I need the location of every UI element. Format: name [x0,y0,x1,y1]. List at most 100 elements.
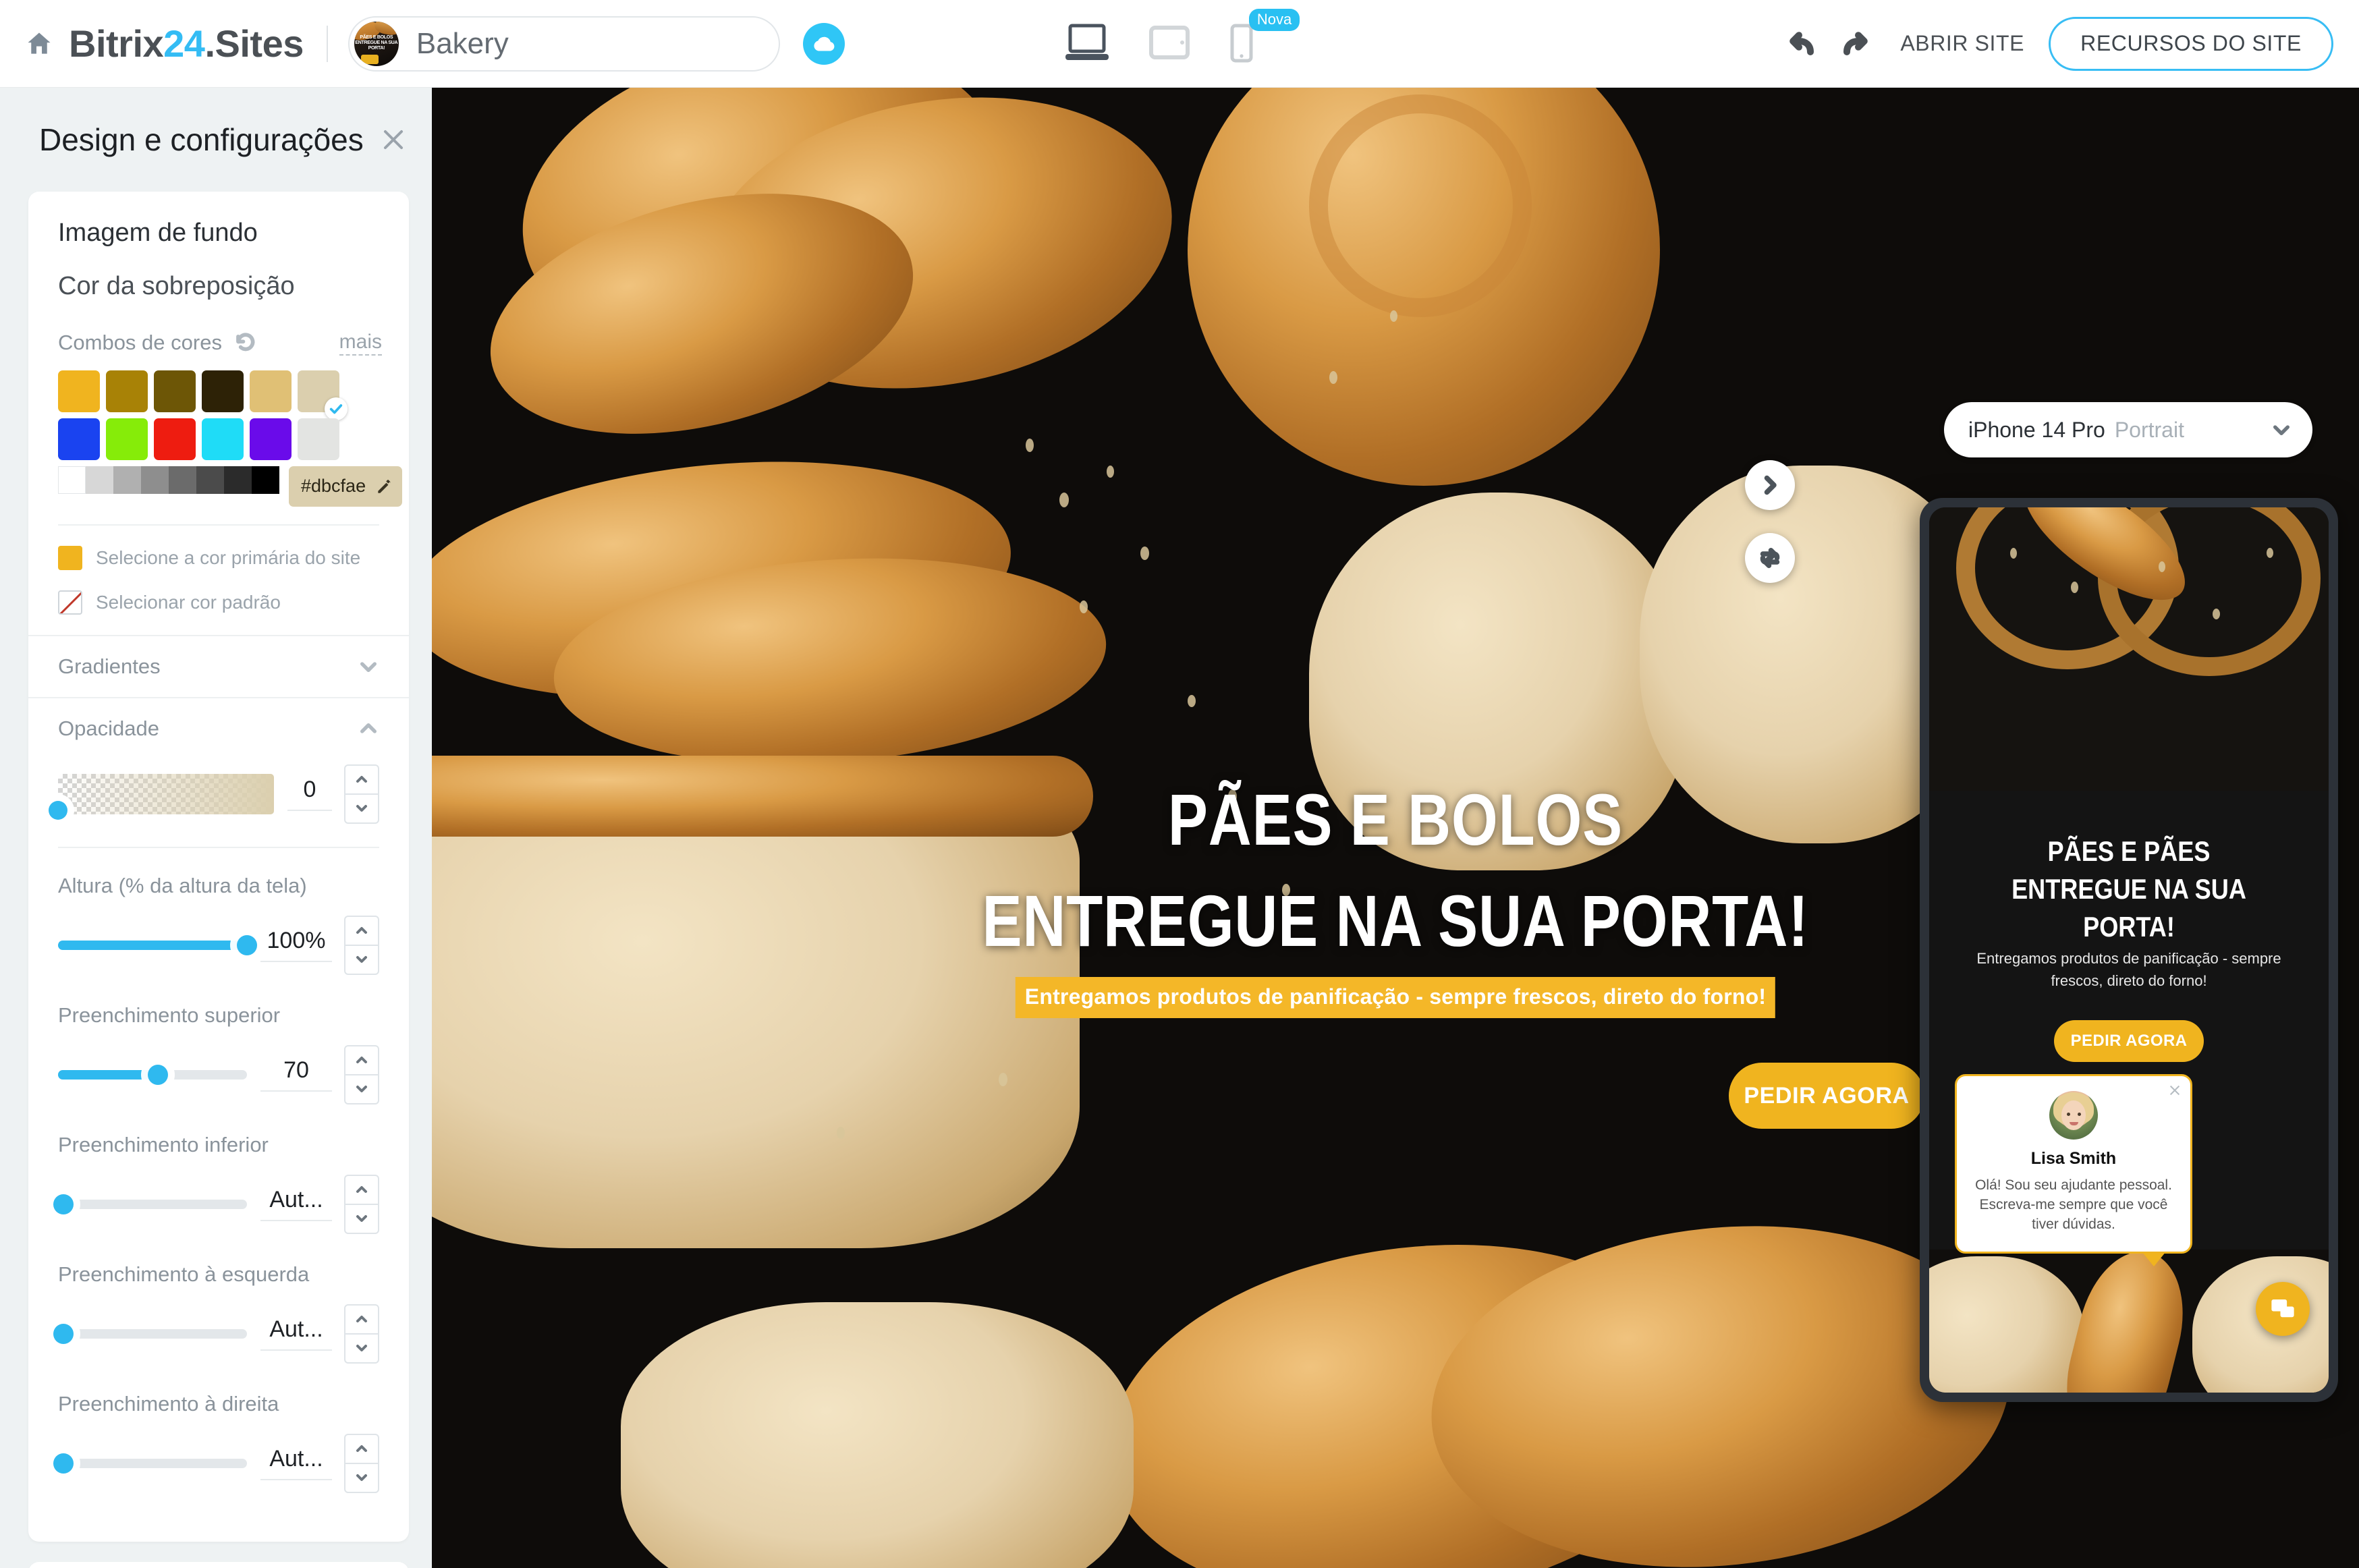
primary-color-option[interactable]: Selecione a cor primária do site [28,545,409,570]
padding-bottom-slider-knob[interactable] [53,1194,74,1214]
chat-agent-name: Lisa Smith [2030,1149,2117,1168]
phone-hero-title: PÃES E PÃES ENTREGUE NA SUA PORTA! [1971,833,2287,946]
gray-swatch-5[interactable] [169,466,196,494]
site-resources-button[interactable]: RECURSOS DO SITE [2049,16,2333,71]
topbar-actions: ABRIR SITE RECURSOS DO SITE [1777,16,2359,71]
gray-swatch-3[interactable] [113,466,141,494]
height-stepper[interactable] [344,915,379,975]
reset-icon[interactable] [234,331,257,354]
gradients-section[interactable]: Gradientes [28,634,409,697]
padding-left-value[interactable]: Aut... [260,1316,332,1351]
swatch-5[interactable] [250,370,292,412]
padding-bottom-slider[interactable] [53,1194,247,1214]
opacity-slider[interactable] [49,773,274,820]
padding-top-slider-knob[interactable] [148,1064,169,1085]
stepper-up[interactable] [345,1435,378,1463]
refresh-block-button[interactable] [1745,533,1795,583]
device-desktop[interactable] [1064,23,1110,65]
redo-icon[interactable] [1829,18,1880,69]
gray-swatch-2[interactable] [86,466,113,494]
device-preview-selector[interactable]: iPhone 14 Pro Portrait [1944,402,2312,457]
opacity-stepper[interactable] [344,764,379,824]
swatch-1[interactable] [58,370,100,412]
app-logo[interactable]: Bitrix24.Sites [69,22,304,65]
stepper-up[interactable] [345,1306,378,1333]
device-tablet[interactable] [1148,25,1190,63]
stepper-down[interactable] [345,1073,378,1103]
overlay-color-label[interactable]: Cor da sobreposição [28,272,409,301]
opacity-value[interactable]: 0 [287,777,332,811]
close-icon[interactable] [377,123,410,157]
height-slider[interactable] [58,934,257,955]
device-switcher[interactable]: Nova [1064,8,1300,65]
gray-swatch-6[interactable] [196,466,224,494]
hero-subtitle[interactable]: Entregamos produtos de panificação - sem… [1015,977,1776,1018]
padding-left-label: Preenchimento à esquerda [58,1262,310,1286]
swatch-8[interactable] [106,418,148,460]
undo-icon[interactable] [1777,18,1829,69]
home-icon[interactable] [24,29,54,59]
padding-top-slider[interactable] [58,1064,247,1085]
swatch-4[interactable] [202,370,244,412]
height-slider-knob[interactable] [237,934,257,955]
stepper-up[interactable] [345,917,378,945]
swatch-10[interactable] [202,418,244,460]
stepper-down[interactable] [345,1462,378,1492]
padding-top-stepper[interactable] [344,1044,379,1104]
padding-bottom-value[interactable]: Aut... [260,1187,332,1221]
padding-left-stepper[interactable] [344,1304,379,1364]
close-icon[interactable] [2167,1083,2182,1098]
phone-preview[interactable]: PÃES E PÃES ENTREGUE NA SUA PORTA! Entre… [1920,498,2338,1402]
phone-chat-button[interactable] [2256,1282,2310,1336]
stepper-up[interactable] [345,1176,378,1204]
height-control: Altura (% da altura da tela) 100% [28,874,409,975]
logo-suffix: .Sites [204,22,304,65]
gray-swatch-7[interactable] [224,466,252,494]
hero-cta-button[interactable]: PEDIR AGORA [1729,1063,1924,1129]
opacity-section[interactable]: Opacidade [28,696,409,759]
swatch-12[interactable] [298,418,339,460]
stepper-up[interactable] [345,766,378,793]
open-site-button[interactable]: ABRIR SITE [1900,31,2024,56]
device-orientation: Portrait [2114,417,2184,442]
device-mobile[interactable]: Nova [1229,8,1300,64]
height-value[interactable]: 100% [260,928,332,962]
padding-left-slider[interactable] [53,1323,247,1344]
stepper-down[interactable] [345,1203,378,1233]
background-image-label[interactable]: Imagem de fundo [28,219,409,248]
phone-chat-card[interactable]: Lisa Smith Olá! Sou seu ajudante pessoal… [1955,1074,2192,1266]
phone-cta-button[interactable]: PEDIR AGORA [2054,1020,2204,1062]
padding-right-value[interactable]: Aut... [260,1446,332,1480]
stepper-down[interactable] [345,944,378,974]
padding-bottom-stepper[interactable] [344,1174,379,1234]
more-combos-link[interactable]: mais [339,331,382,356]
gray-swatch-8[interactable] [252,466,279,494]
hex-color-field[interactable]: #dbcfae [289,466,403,507]
padding-top-value[interactable]: 70 [260,1057,332,1092]
gray-swatch-1[interactable] [58,466,86,494]
gray-swatch-4[interactable] [141,466,169,494]
opacity-slider-knob[interactable] [49,800,67,820]
site-canvas[interactable]: PÃES E BOLOS ENTREGUE NA SUA PORTA! Entr… [432,88,2359,1568]
swatch-3[interactable] [154,370,196,412]
padding-right-slider[interactable] [53,1453,247,1474]
stepper-down[interactable] [345,793,378,822]
next-block-button[interactable] [1745,460,1795,510]
chevron-right-icon [1764,475,1777,495]
stepper-down[interactable] [345,1333,378,1362]
padding-left-slider-knob[interactable] [53,1323,74,1344]
swatch-7[interactable] [58,418,100,460]
swatch-9[interactable] [154,418,196,460]
default-color-option[interactable]: Selecionar cor padrão [28,590,409,615]
swatch-2[interactable] [106,370,148,412]
cloud-icon[interactable] [802,22,845,65]
site-name-label: Bakery [416,26,509,60]
swatch-11[interactable] [250,418,292,460]
chevron-down-icon[interactable] [2271,419,2292,441]
padding-right-slider-knob[interactable] [53,1453,74,1474]
stepper-up[interactable] [345,1046,378,1074]
padding-right-stepper[interactable] [344,1433,379,1493]
site-selector[interactable]: PÃES E BOLOS ENTREGUE NA SUA PORTA! Bake… [348,16,780,72]
swatch-6-selected[interactable] [298,370,348,420]
collection-section[interactable]: Coleção de itens [28,1561,409,1568]
